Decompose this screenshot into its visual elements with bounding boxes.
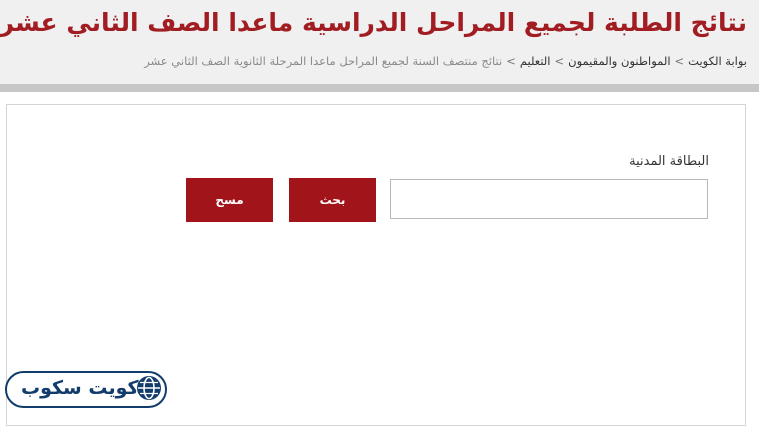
- civil-id-label: البطاقة المدنية: [629, 154, 709, 169]
- breadcrumb-current-page: نتائج منتصف السنة لجميع المراحل ماعدا ال…: [144, 54, 503, 68]
- breadcrumb-link-citizens-residents[interactable]: المواطنون والمقيمون: [568, 54, 670, 68]
- page-title: نتائج الطلبة لجميع المراحل الدراسية ماعد…: [0, 8, 747, 37]
- clear-button[interactable]: مسح: [186, 178, 273, 222]
- header-divider-bar: [0, 84, 759, 92]
- breadcrumb-separator: >: [554, 54, 565, 68]
- civil-id-input[interactable]: [390, 179, 708, 219]
- breadcrumb-link-education[interactable]: التعليم: [520, 54, 551, 68]
- breadcrumb: بوابة الكويت>المواطنون والمقيمون>التعليم…: [144, 54, 747, 68]
- page-header: نتائج الطلبة لجميع المراحل الدراسية ماعد…: [0, 0, 759, 84]
- breadcrumb-link-kuwait-portal[interactable]: بوابة الكويت: [688, 54, 747, 68]
- breadcrumb-separator: >: [506, 54, 516, 68]
- globe-icon: [137, 376, 161, 400]
- watermark-logo: كويت سكوب: [5, 371, 167, 408]
- watermark-logo-text: كويت سكوب: [21, 377, 139, 399]
- search-button[interactable]: بحث: [289, 178, 376, 222]
- breadcrumb-separator: >: [674, 54, 685, 68]
